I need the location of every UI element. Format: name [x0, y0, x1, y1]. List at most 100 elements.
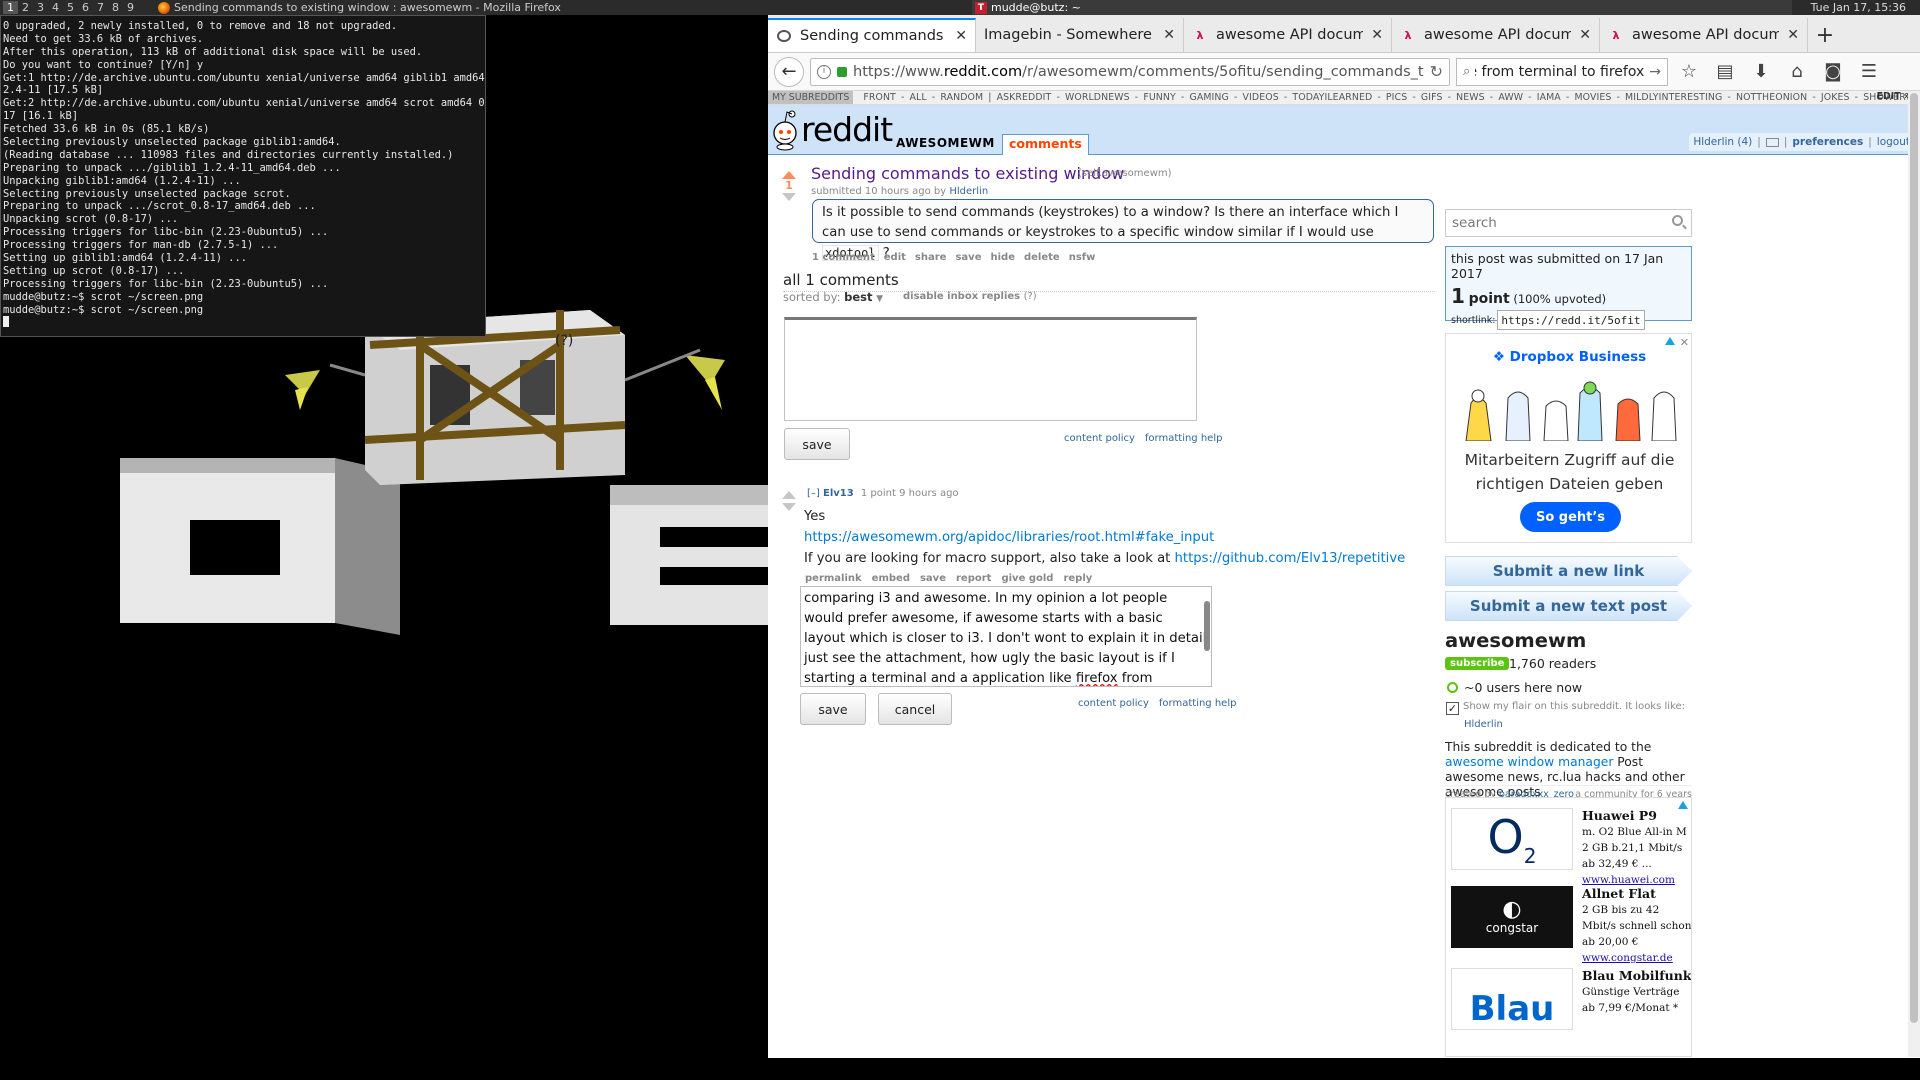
sort-value[interactable]: best — [844, 290, 872, 304]
nsfw-link[interactable]: nsfw — [1069, 252, 1096, 263]
my-subreddits-dropdown[interactable]: MY SUBREDDITS — [768, 91, 854, 104]
close-icon[interactable]: ✕ — [1371, 27, 1383, 43]
downloads-icon[interactable]: ⬇ — [1746, 61, 1776, 82]
save-link[interactable]: save — [955, 252, 981, 263]
textarea-scrollbar[interactable] — [1204, 601, 1210, 651]
home-icon[interactable]: ⌂ — [1782, 61, 1812, 82]
url-bar[interactable]: i https://www.reddit.com/r/awesomewm/com… — [810, 57, 1450, 86]
post-domain[interactable]: (self.awesomewm) — [1078, 168, 1172, 179]
comment-author[interactable]: Elv13 — [823, 488, 854, 499]
page-scrollbar[interactable] — [1908, 91, 1920, 1057]
subreddit-links[interactable]: FRONT - ALL - RANDOM | ASKREDDIT - WORLD… — [853, 92, 1920, 103]
tag-2[interactable]: 2 — [18, 1, 33, 14]
close-icon[interactable]: ✕ — [1680, 336, 1689, 349]
tab-comments[interactable]: comments — [1002, 134, 1089, 155]
subreddit-name[interactable]: AWESOMEWM — [896, 136, 995, 150]
terminal-prompt-line[interactable] — [3, 316, 483, 329]
preferences-link[interactable]: preferences — [1792, 136, 1863, 148]
dropbox-ad[interactable]: ✕ ❖ Dropbox Business Mitarbeitern Zugrif — [1445, 333, 1692, 543]
permalink-link[interactable]: permalink — [805, 573, 862, 584]
close-icon[interactable]: ✕ — [955, 28, 967, 44]
awesome-wm-link[interactable]: awesome window manager — [1445, 755, 1613, 769]
tag-4[interactable]: 4 — [48, 1, 63, 14]
username-link[interactable]: Hlderlin (4) — [1693, 136, 1752, 148]
downvote-arrow-icon[interactable] — [782, 503, 796, 511]
save-link[interactable]: save — [920, 573, 946, 584]
mail-icon[interactable] — [1765, 137, 1779, 147]
ad-cta-button[interactable]: So geht’s — [1520, 502, 1621, 532]
info-icon[interactable]: i — [817, 64, 831, 79]
comments-link[interactable]: 1 comment — [812, 252, 875, 263]
close-icon[interactable]: ✕ — [1163, 27, 1175, 43]
reply-textarea[interactable]: comparing i3 and awesome. In my opinion … — [800, 586, 1212, 687]
reply-link[interactable]: reply — [1063, 573, 1092, 584]
sort-control[interactable]: sorted by: best ▼ — [783, 290, 883, 304]
submit-text-button[interactable]: Submit a new text post — [1445, 591, 1692, 621]
repetitive-link[interactable]: https://github.com/Elv13/repetitive — [1175, 551, 1406, 566]
new-tab-button[interactable]: + — [1808, 18, 1842, 52]
cancel-reply-button[interactable]: cancel — [878, 693, 952, 725]
save-comment-button[interactable]: save — [784, 428, 850, 460]
terminal-window[interactable]: 0 upgraded, 2 newly installed, 0 to remo… — [0, 15, 486, 337]
ad-huawei[interactable]: O2 Huawei P9 m. O2 Blue All-in M 2 GB b.… — [1451, 808, 1688, 886]
embed-link[interactable]: embed — [872, 573, 910, 584]
tasklist-item-terminal[interactable]: T mudde@butz: ~ — [972, 0, 1792, 15]
close-icon[interactable]: ✕ — [1579, 27, 1591, 43]
tag-3[interactable]: 3 — [33, 1, 48, 14]
adchoices-icon[interactable] — [1665, 337, 1675, 345]
delete-link[interactable]: delete — [1024, 252, 1060, 263]
upvote-arrow-icon[interactable] — [782, 171, 796, 179]
tab-imagebin[interactable]: Imagebin - Somewhere t... ✕ — [976, 18, 1184, 52]
tab-reddit[interactable]: Sending commands t... ✕ — [768, 18, 976, 52]
tab-awesome-api-3[interactable]: λ awesome API docum... ✕ — [1600, 18, 1808, 52]
tag-1[interactable]: 1 — [3, 1, 18, 14]
give-gold-link[interactable]: give gold — [1001, 573, 1053, 584]
tab-awesome-api-1[interactable]: λ awesome API docum... ✕ — [1184, 18, 1392, 52]
chevron-down-icon[interactable]: ▼ — [876, 294, 883, 304]
tag-8[interactable]: 8 — [108, 1, 123, 14]
close-icon[interactable]: ✕ — [1787, 27, 1799, 43]
sidebar-subreddit-title[interactable]: awesomewm — [1445, 629, 1586, 652]
menu-icon[interactable]: ☰ — [1854, 61, 1884, 82]
hide-link[interactable]: hide — [990, 252, 1015, 263]
tag-6[interactable]: 6 — [78, 1, 93, 14]
post-author[interactable]: Hlderlin — [949, 186, 988, 197]
share-link[interactable]: share — [915, 252, 947, 263]
search-go-icon[interactable]: → — [1649, 64, 1661, 80]
ad-link[interactable]: www.congstar.de — [1582, 950, 1691, 966]
snoo-icon[interactable] — [770, 107, 800, 151]
reload-icon[interactable]: ↻ — [1430, 62, 1443, 81]
content-policy-link[interactable]: content policy — [1064, 433, 1135, 444]
logout-link[interactable]: logout — [1877, 136, 1910, 148]
back-button[interactable]: ← — [774, 56, 804, 87]
tab-awesome-api-2[interactable]: λ awesome API docum... ✕ — [1392, 18, 1600, 52]
upvote-arrow-icon[interactable] — [782, 491, 796, 499]
edit-subreddits-link[interactable]: EDIT » — [1877, 91, 1910, 102]
sidebar-search-input[interactable]: search — [1445, 209, 1692, 237]
submit-link-button[interactable]: Submit a new link — [1445, 556, 1692, 586]
collapse-toggle[interactable]: [–] — [807, 488, 820, 499]
shortlink-field[interactable] — [1497, 310, 1646, 330]
tasklist-item-firefox[interactable]: Sending commands to existing window : aw… — [158, 0, 968, 15]
reddit-logo[interactable]: reddit — [801, 110, 893, 149]
tag-7[interactable]: 7 — [93, 1, 108, 14]
ad-allnet[interactable]: ◐ congstar Allnet Flat 2 GB bis zu 42 Mb… — [1451, 886, 1691, 964]
save-reply-button[interactable]: save — [800, 693, 866, 725]
tag-9[interactable]: 9 — [123, 1, 138, 14]
search-bar[interactable]: ⌕ ile from terminal to firefox → — [1456, 57, 1668, 86]
help-icon[interactable]: (?) — [1024, 291, 1037, 302]
formatting-help-link[interactable]: formatting help — [1145, 433, 1223, 444]
tag-5[interactable]: 5 — [63, 1, 78, 14]
downvote-arrow-icon[interactable] — [782, 193, 796, 201]
subscribe-button[interactable]: subscribe — [1445, 657, 1510, 670]
report-link[interactable]: report — [956, 573, 991, 584]
edit-link[interactable]: edit — [884, 252, 906, 263]
formatting-help-link[interactable]: formatting help — [1159, 698, 1237, 709]
flair-checkbox[interactable]: ✓ — [1446, 702, 1459, 715]
bookmarks-list-icon[interactable]: ▤ — [1710, 61, 1740, 82]
ad-blau[interactable]: Blau Blau Mobilfunk Günstige Verträge ab… — [1451, 968, 1691, 1034]
content-policy-link[interactable]: content policy — [1078, 698, 1149, 709]
comment-textarea[interactable] — [784, 317, 1197, 421]
bookmark-star-icon[interactable]: ☆ — [1674, 61, 1704, 82]
pocket-icon[interactable]: ◙ — [1818, 61, 1848, 82]
